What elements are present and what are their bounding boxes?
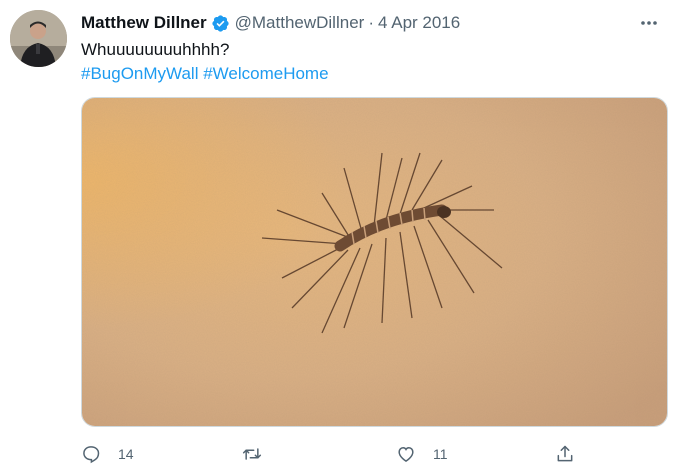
tweet-photo[interactable] [81, 97, 668, 427]
reply-count: 14 [118, 446, 134, 462]
author-name[interactable]: Matthew Dillner [81, 13, 207, 33]
reply-icon [81, 444, 101, 464]
author-handle[interactable]: @MatthewDillner [235, 13, 365, 33]
tweet-date[interactable]: 4 Apr 2016 [378, 13, 460, 33]
heart-icon [396, 444, 416, 464]
hashtags: #BugOnMyWall #WelcomeHome [81, 62, 329, 86]
retweet-button[interactable] [242, 441, 279, 467]
tweet-action-bar: 14 11 [81, 441, 581, 467]
like-count: 11 [433, 446, 448, 462]
more-dots-icon[interactable] [634, 12, 664, 34]
share-button[interactable] [555, 441, 575, 467]
avatar-image [10, 10, 67, 67]
hashtag-link[interactable]: #WelcomeHome [203, 64, 328, 83]
separator-dot: · [368, 13, 374, 32]
tweet-header: Matthew Dillner @MatthewDillner · 4 Apr … [81, 12, 668, 34]
reply-button[interactable]: 14 [81, 441, 134, 467]
centipede-photo [82, 98, 667, 426]
like-button[interactable]: 11 [396, 441, 448, 467]
share-icon [555, 444, 575, 464]
tweet-text: Whuuuuuuuuhhhh? [81, 40, 230, 59]
verified-badge-icon [211, 14, 230, 33]
retweet-icon [242, 444, 262, 464]
hashtag-link[interactable]: #BugOnMyWall [81, 64, 198, 83]
avatar[interactable] [10, 10, 67, 67]
